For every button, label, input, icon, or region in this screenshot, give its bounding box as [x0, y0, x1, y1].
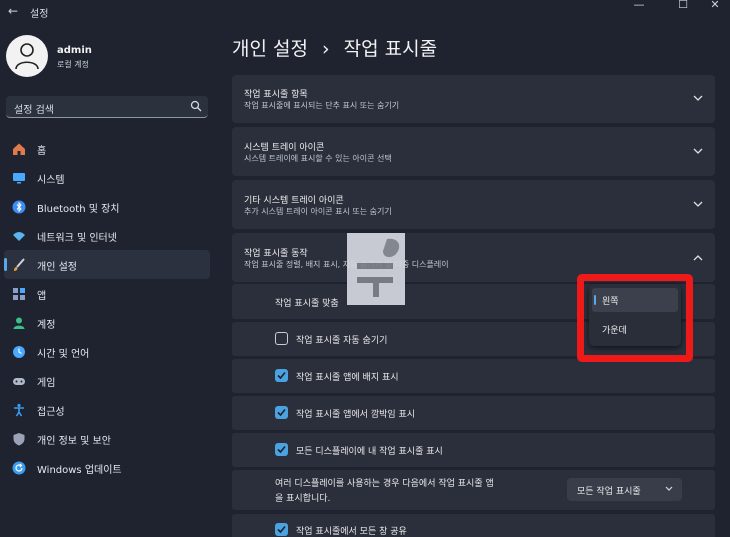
checkbox-row[interactable]: 작업 표시줄 앱에서 깜박임 표시 [232, 396, 715, 430]
chevron-down-icon [665, 486, 673, 491]
page-title: 작업 표시줄 [343, 38, 438, 60]
person-icon [15, 43, 39, 70]
sidebar-item-label: 개인 설정 [37, 262, 77, 273]
checkbox-row[interactable]: 모든 디스플레이에 내 작업 표시줄 표시 [232, 433, 715, 467]
chevron-up-icon[interactable] [693, 254, 703, 261]
flashing-checkbox[interactable] [275, 406, 288, 419]
update-icon [12, 460, 26, 475]
checkbox-label: 작업 표시줄 앱에서 깜박임 표시 [296, 410, 416, 420]
close-icon[interactable]: ✕ [700, 0, 730, 12]
sidebar-item-label: 개인 정보 및 보안 [37, 436, 111, 447]
back-arrow-icon[interactable]: ← [8, 4, 18, 18]
alignment-label: 작업 표시줄 맞춤 [275, 299, 339, 309]
home-icon [12, 141, 26, 155]
person-icon [12, 315, 26, 329]
minimize-icon[interactable]: — [624, 0, 654, 12]
search-box[interactable]: 설정 검색 [6, 96, 208, 118]
chevron-down-icon[interactable] [693, 201, 703, 208]
auto-hide-checkbox[interactable] [275, 332, 288, 345]
globe-clock-icon [12, 344, 26, 358]
checkbox-label: 작업 표시줄 앱에 배지 표시 [296, 373, 399, 383]
watermark-logo [347, 233, 405, 305]
sidebar-item-label: 계정 [37, 320, 56, 331]
window-title: 설정 [30, 9, 49, 20]
avatar[interactable] [6, 35, 48, 77]
sidebar-item-label: 시스템 [37, 175, 65, 186]
user-name: admin [57, 45, 92, 56]
sidebar-item[interactable]: 네트워크 및 인터넷 [4, 221, 210, 250]
monitor-icon [12, 170, 26, 184]
checkbox-row[interactable]: 작업 표시줄에서 모든 창 공유 [232, 514, 715, 537]
sidebar-item-label: 접근성 [37, 407, 65, 418]
check-icon [277, 445, 286, 454]
multi-display-label-line1: 여러 디스플레이를 사용하는 경우 다음에서 작업 표시줄 앱 [275, 479, 494, 489]
breadcrumb: 개인 설정 › 작업 표시줄 [232, 34, 437, 61]
maximize-icon[interactable]: ☐ [668, 0, 698, 12]
highlight-box [577, 274, 693, 362]
share-windows-checkbox[interactable] [275, 523, 288, 536]
multi-display-dropdown[interactable]: 모든 작업 표시줄 [567, 478, 682, 501]
sidebar-item[interactable]: 개인 설정 [4, 250, 210, 279]
all-displays-checkbox[interactable] [275, 443, 288, 456]
sidebar-item-label: Bluetooth 및 장치 [37, 204, 120, 215]
breadcrumb-separator: › [322, 38, 330, 60]
sidebar-item-label: 네트워크 및 인터넷 [37, 233, 117, 244]
breadcrumb-parent[interactable]: 개인 설정 [232, 38, 308, 60]
checkbox-label: 모든 디스플레이에 내 작업 표시줄 표시 [296, 447, 443, 457]
sidebar-item-label: Windows 업데이트 [37, 465, 122, 476]
checkbox-label: 작업 표시줄 자동 숨기기 [296, 336, 388, 346]
check-icon [277, 408, 286, 417]
check-icon [277, 371, 286, 380]
section-title: 기타 시스템 트레이 아이콘 [244, 196, 344, 206]
sidebar-item[interactable]: Bluetooth 및 장치 [4, 192, 210, 221]
brush-icon [12, 257, 26, 271]
leaf-icon [357, 238, 400, 297]
section-title: 시스템 트레이 아이콘 [244, 143, 325, 153]
sidebar-item[interactable]: 홈 [4, 134, 210, 163]
section-subtitle: 작업 표시줄에 표시되는 단추 표시 또는 숨기기 [244, 101, 400, 110]
sidebar-item[interactable]: Windows 업데이트 [4, 453, 210, 482]
account-type: 로컬 계정 [57, 60, 89, 69]
checkbox-label: 작업 표시줄에서 모든 창 공유 [296, 527, 407, 537]
sidebar-item[interactable]: 시간 및 언어 [4, 337, 210, 366]
multi-display-label-line2: 을 표시합니다. [275, 494, 331, 504]
bluetooth-icon [12, 199, 26, 214]
title-bar: ← 설정 — ☐ ✕ [0, 0, 730, 22]
dropdown-value: 모든 작업 표시줄 [577, 487, 641, 497]
sidebar-item[interactable]: 게임 [4, 366, 210, 395]
apps-icon [12, 286, 26, 300]
checkbox-row[interactable]: 작업 표시줄 앱에 배지 표시 [232, 359, 715, 393]
sidebar-item-label: 게임 [37, 378, 56, 389]
section-system-tray-icons[interactable]: 시스템 트레이 아이콘 시스템 트레이에 표시할 수 있는 아이콘 선택 [232, 127, 715, 176]
search-input[interactable]: 설정 검색 [14, 101, 54, 116]
sidebar-item[interactable]: 앱 [4, 279, 210, 308]
wifi-icon [12, 228, 26, 242]
sidebar-item[interactable]: 개인 정보 및 보안 [4, 424, 210, 453]
nav-list: 홈시스템 Bluetooth 및 장치네트워크 및 인터넷개인 설정앱계정시간 및… [4, 134, 210, 482]
search-icon[interactable] [190, 100, 202, 112]
chevron-down-icon[interactable] [693, 95, 703, 102]
badges-checkbox[interactable] [275, 369, 288, 382]
sidebar-item-label: 앱 [37, 291, 47, 302]
sidebar-item[interactable]: 계정 [4, 308, 210, 337]
sidebar-item[interactable]: 시스템 [4, 163, 210, 192]
sidebar-item-label: 시간 및 언어 [37, 349, 90, 360]
section-title: 작업 표시줄 항목 [244, 90, 308, 100]
sidebar: admin 로컬 계정 설정 검색 홈시스템 Bluetooth 및 장치네트워크… [0, 22, 220, 537]
section-other-tray-icons[interactable]: 기타 시스템 트레이 아이콘 추가 시스템 트레이 아이콘 표시 또는 숨기기 [232, 180, 715, 229]
section-taskbar-items[interactable]: 작업 표시줄 항목 작업 표시줄에 표시되는 단추 표시 또는 숨기기 [232, 75, 715, 123]
check-icon [277, 525, 286, 534]
sidebar-item[interactable]: 접근성 [4, 395, 210, 424]
sidebar-item-label: 홈 [37, 146, 47, 157]
accessibility-icon [12, 402, 26, 417]
section-subtitle: 시스템 트레이에 표시할 수 있는 아이콘 선택 [244, 154, 392, 163]
gamepad-icon [12, 373, 26, 387]
shield-icon [12, 431, 26, 446]
chevron-down-icon[interactable] [693, 148, 703, 155]
section-title: 작업 표시줄 동작 [244, 249, 308, 259]
section-subtitle: 추가 시스템 트레이 아이콘 표시 또는 숨기기 [244, 207, 392, 216]
